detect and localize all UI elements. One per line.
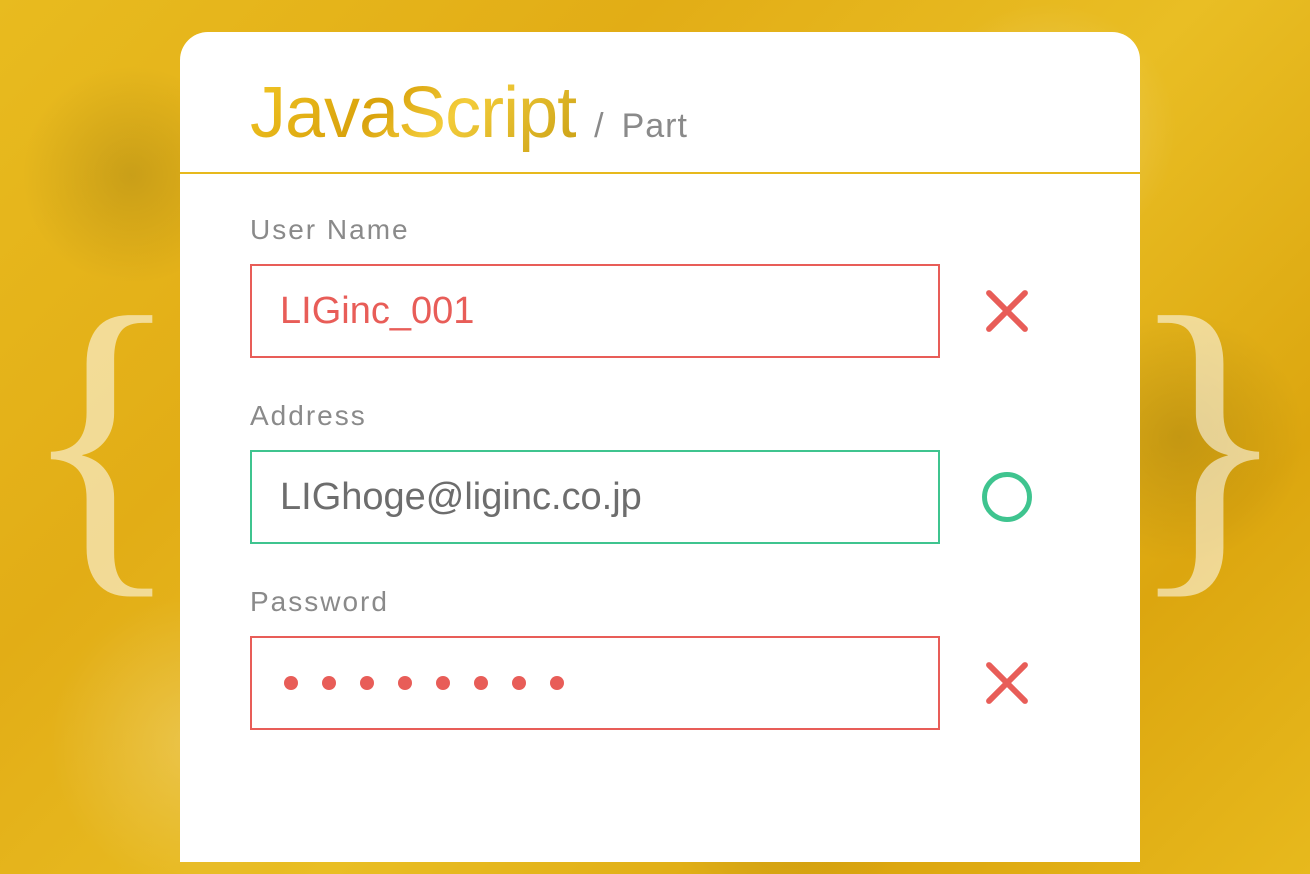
username-input[interactable] — [250, 264, 940, 358]
field-username: User Name — [250, 214, 1070, 358]
username-label: User Name — [250, 214, 1070, 246]
success-icon — [980, 470, 1034, 524]
title-javascript: JavaScript — [250, 72, 576, 154]
password-dot — [512, 676, 526, 690]
error-icon — [980, 656, 1034, 710]
title-part: Part — [622, 107, 688, 146]
password-dot — [360, 676, 374, 690]
password-dot — [398, 676, 412, 690]
password-input[interactable] — [250, 636, 940, 730]
password-label: Password — [250, 586, 1070, 618]
field-password: Password — [250, 586, 1070, 730]
password-dot — [474, 676, 488, 690]
password-dot — [322, 676, 336, 690]
form-card: JavaScript / Part User Name Address — [180, 32, 1140, 862]
password-dot — [436, 676, 450, 690]
address-label: Address — [250, 400, 1070, 432]
error-icon — [980, 284, 1034, 338]
password-row — [250, 636, 1070, 730]
address-row — [250, 450, 1070, 544]
password-dots — [280, 676, 564, 690]
address-input[interactable] — [250, 450, 940, 544]
form: User Name Address Password — [180, 174, 1140, 730]
brace-left-icon: { — [20, 267, 183, 607]
field-address: Address — [250, 400, 1070, 544]
card-header: JavaScript / Part — [180, 72, 1140, 174]
brace-right-icon: } — [1127, 267, 1290, 607]
title-slash: / — [594, 107, 603, 146]
password-dot — [550, 676, 564, 690]
username-row — [250, 264, 1070, 358]
password-dot — [284, 676, 298, 690]
